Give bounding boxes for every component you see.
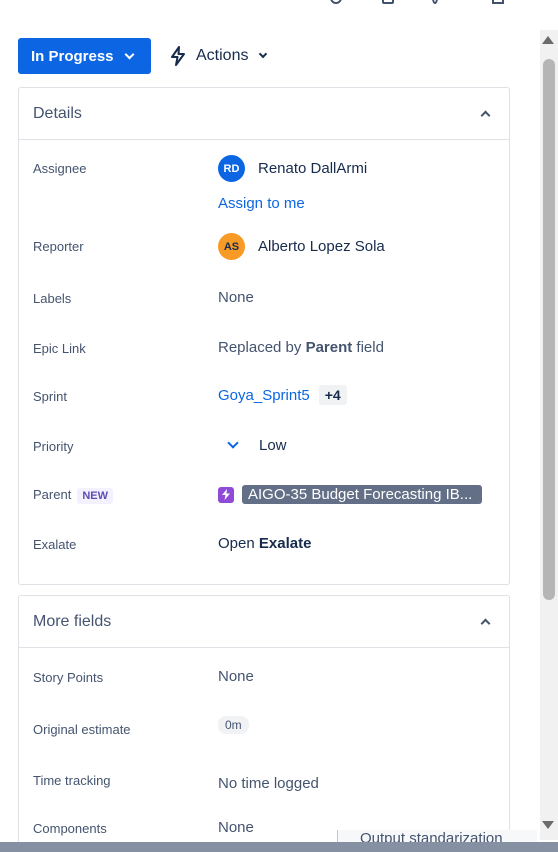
parent-issue-chip[interactable]: AIGO-35 Budget Forecasting IB... — [242, 485, 482, 504]
bottom-scrollbar[interactable] — [0, 842, 558, 852]
lightning-icon — [171, 46, 185, 66]
assign-to-me-link[interactable]: Assign to me — [218, 195, 305, 212]
epic-link-label: Epic Link — [33, 341, 86, 356]
components-value[interactable]: None — [218, 819, 254, 836]
original-estimate-value[interactable]: 0m — [218, 716, 249, 734]
assignee-name: Renato DallArmi — [258, 160, 368, 177]
labels-value[interactable]: None — [218, 289, 254, 306]
exalate-label: Exalate — [33, 537, 77, 552]
new-badge: NEW — [77, 488, 113, 504]
labels-label: Labels — [33, 291, 72, 306]
epic-link-bold: Parent — [305, 339, 353, 356]
top-toolbar — [320, 0, 550, 6]
status-label: In Progress — [31, 47, 114, 65]
reporter-name: Alberto Lopez Sola — [258, 238, 385, 255]
priority-label: Priority — [33, 439, 74, 454]
parent-label: Parent — [33, 487, 72, 502]
components-label: Components — [33, 821, 107, 836]
share-icon[interactable] — [382, 0, 394, 4]
exalate-prefix: Open — [218, 535, 255, 552]
details-header[interactable]: Details — [19, 88, 509, 140]
time-tracking-value[interactable]: No time logged — [218, 775, 319, 792]
sprint-count-badge[interactable]: +4 — [318, 385, 347, 405]
watch-icon[interactable] — [330, 0, 342, 4]
assignee-value[interactable]: RD Renato DallArmi — [218, 155, 367, 182]
scrollbar-thumb[interactable] — [543, 59, 555, 600]
scroll-up-arrow-icon[interactable] — [542, 36, 554, 44]
epic-link-suffix: field — [356, 339, 384, 356]
epic-link-prefix: Replaced by — [218, 339, 302, 356]
original-estimate-label: Original estimate — [33, 722, 131, 737]
parent-value[interactable]: AIGO-35 Budget Forecasting IB... — [218, 485, 482, 504]
chevron-up-icon[interactable] — [480, 618, 491, 629]
parent-label-group: Parent NEW — [33, 487, 113, 504]
story-points-label: Story Points — [33, 670, 104, 685]
more-fields-panel: More fields Story Points None Original e… — [18, 595, 510, 852]
chevron-up-icon[interactable] — [480, 110, 491, 121]
actions-label: Actions — [196, 47, 249, 64]
exalate-value[interactable]: Open Exalate — [218, 535, 311, 552]
details-title: Details — [33, 104, 82, 122]
chevron-down-icon — [259, 49, 268, 59]
more-fields-title: More fields — [33, 612, 112, 630]
exalate-bold: Exalate — [258, 535, 312, 552]
time-tracking-label: Time tracking — [33, 773, 111, 788]
epic-link-value: Replaced by Parent field — [218, 339, 384, 356]
expand-icon[interactable] — [492, 0, 504, 4]
assignee-label: Assignee — [33, 161, 87, 176]
epic-lightning-icon — [218, 486, 234, 503]
details-panel: Details Assignee RD Renato DallArmi Assi… — [18, 87, 510, 585]
chevron-down-icon — [124, 49, 134, 59]
priority-text: Low — [259, 437, 287, 454]
reporter-label: Reporter — [33, 239, 84, 254]
more-icon[interactable] — [432, 0, 438, 4]
original-estimate-lozenge: 0m — [218, 716, 249, 734]
reporter-value[interactable]: AS Alberto Lopez Sola — [218, 233, 385, 260]
sprint-label: Sprint — [33, 389, 67, 404]
story-points-value[interactable]: None — [218, 668, 254, 685]
sprint-link[interactable]: Goya_Sprint5 — [218, 387, 310, 404]
more-fields-header[interactable]: More fields — [19, 596, 509, 648]
scroll-down-arrow-icon[interactable] — [542, 821, 554, 829]
actions-button[interactable]: Actions — [170, 38, 268, 74]
chevron-down-icon — [227, 436, 239, 449]
assignee-avatar: RD — [218, 155, 245, 182]
priority-value[interactable]: Low — [218, 436, 287, 454]
status-dropdown-button[interactable]: In Progress — [18, 38, 151, 74]
reporter-avatar: AS — [218, 233, 245, 260]
sprint-value: Goya_Sprint5 +4 — [218, 385, 347, 405]
